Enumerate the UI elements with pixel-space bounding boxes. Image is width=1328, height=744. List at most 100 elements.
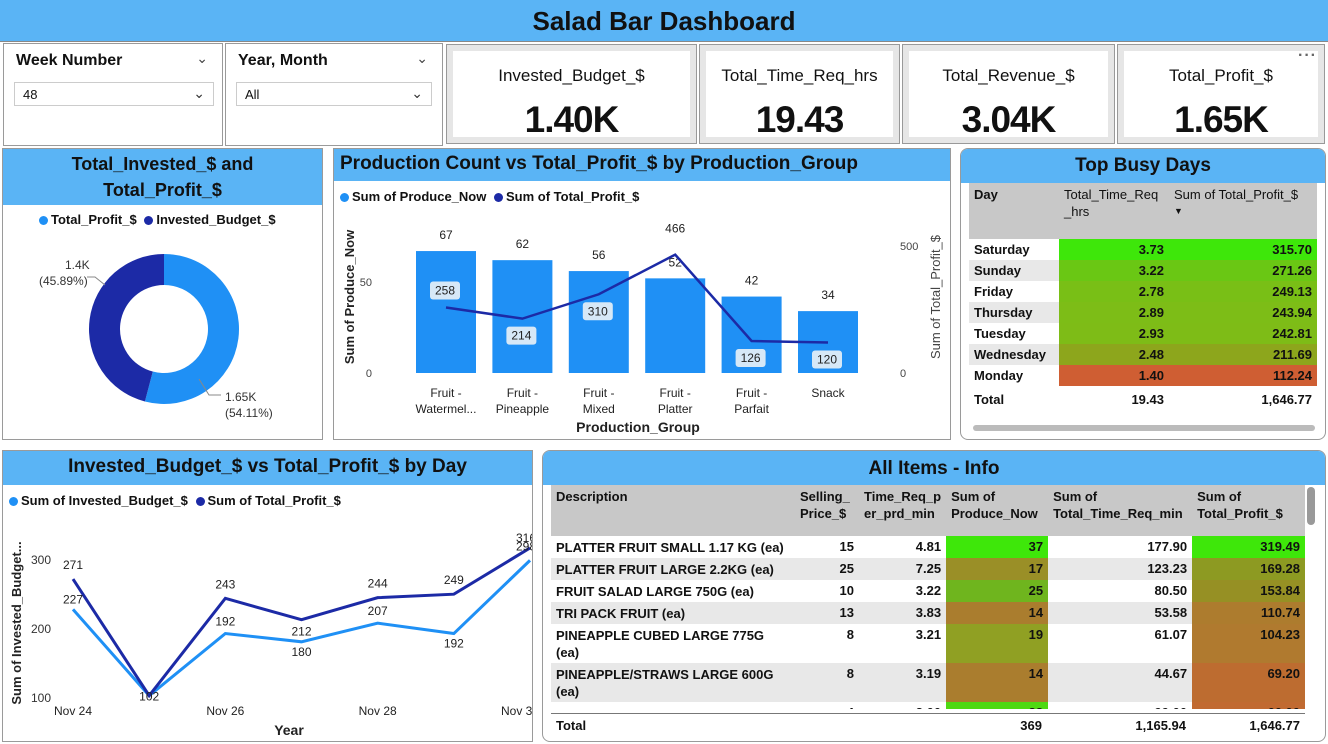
- col-time[interactable]: Time_Req_p er_prd_min: [859, 485, 946, 536]
- desc-line: PLATTER FRUIT LARGE 2.2KG (ea): [556, 562, 774, 577]
- col-text: Sum of: [1197, 489, 1242, 504]
- week-number-slicer[interactable]: Week Number ⌄ 48 ⌄: [3, 43, 223, 146]
- table-row: SEEDLESS WATERMELON SLICED 43.003399.0066…: [551, 702, 1305, 709]
- time-cell: 7.25: [915, 561, 942, 576]
- year-month-dropdown[interactable]: All ⌄: [236, 82, 432, 106]
- right-tick: 0: [900, 368, 906, 380]
- profit-cell: 249.13: [1169, 281, 1317, 302]
- col-profit[interactable]: Sum of Total_Profit_$: [1192, 485, 1305, 536]
- desc-line: SEEDLESS WATERMELON SLICED: [556, 706, 773, 709]
- right-tick: 500: [900, 241, 918, 253]
- profit-cell: 104.23: [1192, 624, 1305, 663]
- bar-data-label: 67: [439, 228, 453, 242]
- description-cell: FRUIT SALAD LARGE 750G (ea): [551, 580, 795, 602]
- description-cell: PINEAPPLE/STRAWS LARGE 600G (ea): [551, 663, 795, 702]
- price-cell: 15: [839, 539, 854, 554]
- time-cell: 1.40: [1059, 365, 1169, 386]
- col-text: Price_$: [800, 506, 847, 521]
- desc-line: FRUIT SALAD LARGE 750G (ea): [556, 584, 754, 599]
- data-label: 227: [63, 592, 83, 606]
- col-description[interactable]: Description: [551, 485, 795, 536]
- total-produce: 369: [1020, 718, 1042, 734]
- bar-data-label: 34: [821, 288, 835, 302]
- price-cell: 10: [839, 583, 854, 598]
- chevron-down-icon[interactable]: ⌄: [411, 85, 423, 102]
- description-cell: TRI PACK FRUIT (ea): [551, 602, 795, 624]
- time-cell: 3.73: [1059, 239, 1169, 260]
- left-tick: 0: [366, 368, 372, 380]
- items-table-viewport[interactable]: Description Selling_ Price_$ Time_Req_p er…: [551, 485, 1305, 709]
- year-month-slicer[interactable]: Year, Month ⌄ All ⌄: [225, 43, 443, 146]
- donut-label-profit-value: 1.65K: [225, 390, 256, 404]
- time-cell: 3.22: [915, 583, 942, 598]
- day-cell: Tuesday: [974, 326, 1026, 341]
- y-tick: 300: [31, 553, 51, 567]
- profit-cell: 319.49: [1192, 536, 1305, 558]
- empty-cell: [859, 714, 945, 738]
- week-number-dropdown[interactable]: 48 ⌄: [14, 82, 214, 106]
- empty-cell: [795, 714, 859, 738]
- kpi-value: 1.65K: [1174, 99, 1269, 140]
- profit-cell: 211.69: [1169, 344, 1317, 365]
- col-time[interactable]: Total_Time_Req _hrs: [1059, 183, 1169, 239]
- table-header: Description Selling_ Price_$ Time_Req_p er…: [551, 485, 1305, 536]
- day-cell: Wednesday: [974, 347, 1047, 362]
- legend-profit: Total_Profit_$: [51, 212, 137, 227]
- kpi-title: Total_Time_Req_hrs: [721, 66, 878, 85]
- total-time-cell: 177.90: [1147, 539, 1188, 554]
- col-day[interactable]: Day: [969, 183, 1059, 239]
- profit-cell: 242.81: [1169, 323, 1317, 344]
- chevron-down-icon[interactable]: ⌄: [193, 85, 205, 102]
- total-profit: 1,646.77: [1261, 391, 1312, 407]
- total-time-cell: 123.23: [1147, 561, 1188, 576]
- col-profit[interactable]: Sum of Total_Profit_$ ▼: [1169, 183, 1317, 239]
- data-label: 316: [516, 531, 532, 545]
- kpi-value: 19.43: [755, 99, 845, 140]
- time-cell: 3.19: [915, 666, 942, 681]
- x-tick-label: Fruit -: [430, 386, 461, 400]
- leader-line: [87, 276, 106, 286]
- table-row: Wednesday 2.48 211.69: [969, 344, 1317, 365]
- price-cell: 4: [795, 702, 859, 709]
- horizontal-scrollbar[interactable]: [973, 425, 1315, 431]
- chevron-down-icon[interactable]: ⌄: [416, 50, 428, 67]
- table-header: Day Total_Time_Req _hrs Sum of Total_Prof…: [969, 183, 1317, 239]
- produce-cell: 14: [946, 602, 1049, 624]
- description-cell: PLATTER FRUIT SMALL 1.17 KG (ea): [551, 536, 795, 558]
- produce-cell: 14: [946, 663, 1049, 702]
- combo-ylabel-left: Sum of Produce_Now: [342, 229, 357, 364]
- more-options-icon[interactable]: ···: [1298, 47, 1317, 65]
- week-number-value: 48: [23, 87, 38, 102]
- col-price[interactable]: Selling_ Price_$: [795, 485, 859, 536]
- day-cell: Saturday: [974, 242, 1030, 257]
- profit-cell: 243.94: [1169, 302, 1317, 323]
- total-time-cell: 53.58: [1154, 605, 1188, 620]
- data-label: 243: [215, 577, 235, 591]
- col-profit-text: Sum of Total_Profit_$: [1174, 187, 1299, 202]
- donut-label-invested-pct: (45.89%): [39, 274, 88, 288]
- line-chart: Sum of Invested_Budget... 100 200 300 22…: [9, 531, 532, 738]
- combo-visual: Production Count vs Total_Profit_$ by Pr…: [333, 148, 951, 440]
- day-cell: Sunday: [974, 263, 1021, 278]
- line-xlabel: Year: [274, 722, 304, 738]
- col-total-time[interactable]: Sum of Total_Time_Req_min: [1048, 485, 1192, 536]
- combo-chart: Sum of Produce_Now Sum of Total_Profit_$…: [342, 222, 943, 435]
- produce-cell: 33: [946, 702, 1049, 709]
- data-label: 180: [291, 645, 311, 659]
- desc-line: PLATTER FRUIT SMALL 1.17 KG (ea): [556, 540, 784, 555]
- vertical-scrollbar[interactable]: [1307, 487, 1315, 525]
- day-cell: Monday: [974, 368, 1024, 383]
- time-cell: 3.83: [915, 605, 942, 620]
- donut-visual: Total_Invested_$ and Total_Profit_$ Tota…: [2, 148, 323, 440]
- profit-cell: 69.20: [1192, 663, 1305, 702]
- col-produce[interactable]: Sum of Produce_Now: [946, 485, 1048, 536]
- combo-ylabel-right: Sum of Total_Profit_$: [928, 234, 943, 359]
- time-cell: 2.48: [1059, 344, 1169, 365]
- data-label: 192: [444, 637, 464, 651]
- line-data-label: 126: [741, 351, 761, 365]
- data-label: 212: [291, 625, 311, 639]
- profit-cell: 110.74: [1192, 602, 1305, 624]
- total-time-cell: 80.50: [1154, 583, 1188, 598]
- chevron-down-icon[interactable]: ⌄: [196, 50, 208, 67]
- donut-chart: 1.4K (45.89%) 1.65K (54.11%): [39, 254, 273, 420]
